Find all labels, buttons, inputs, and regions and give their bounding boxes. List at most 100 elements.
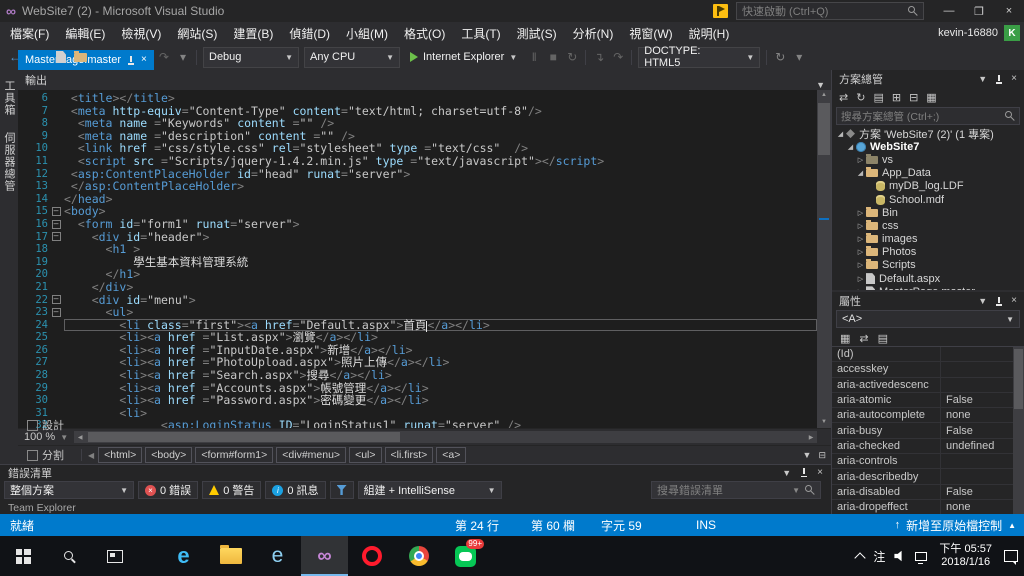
- tag-navigator-item[interactable]: <form#form1>: [195, 447, 274, 463]
- code-line[interactable]: 32 <asp:LoginStatus ID="LoginStatus1" run…: [18, 419, 817, 428]
- view-button-split[interactable]: 分割: [21, 447, 79, 463]
- menu-item[interactable]: 分析(N): [565, 27, 622, 41]
- user-avatar[interactable]: K: [1004, 25, 1020, 41]
- tree-item[interactable]: School.mdf: [832, 193, 1024, 206]
- property-row[interactable]: aria-disabled False: [832, 484, 1024, 500]
- categorized-icon[interactable]: ▦: [840, 332, 850, 345]
- collapsed-arrow-icon[interactable]: ▷: [856, 222, 865, 230]
- tree-item[interactable]: ▷ images: [832, 233, 1024, 246]
- alphabetical-icon[interactable]: ⇄: [859, 332, 868, 345]
- show-all-files-icon[interactable]: ⊞: [892, 91, 901, 104]
- window-position-icon[interactable]: ▼: [782, 468, 791, 478]
- fold-collapse-icon[interactable]: –: [51, 219, 61, 229]
- collapsed-arrow-icon[interactable]: ▷: [856, 248, 865, 256]
- error-list-search-input[interactable]: 搜尋錯誤清單 ▼: [651, 481, 821, 499]
- menu-item[interactable]: 格式(O): [396, 27, 453, 41]
- editor-vertical-scrollbar[interactable]: ▲ ▼: [817, 90, 831, 428]
- properties-object-select[interactable]: <A> ▼: [836, 310, 1020, 328]
- window-position-icon[interactable]: ▼: [978, 296, 987, 306]
- tag-navigator-item[interactable]: <li.first>: [384, 447, 434, 463]
- tag-navigator-item[interactable]: <a>: [436, 447, 467, 463]
- title-bar[interactable]: ∞ WebSite7 (2) - Microsoft Visual Studio…: [0, 0, 1024, 22]
- code-line[interactable]: 14 </head>: [18, 192, 817, 206]
- refresh-icon[interactable]: ↻: [856, 91, 865, 104]
- tree-item[interactable]: ▷ Default.aspx: [832, 272, 1024, 285]
- close-icon[interactable]: ×: [141, 55, 147, 65]
- action-center-icon[interactable]: [1004, 550, 1018, 565]
- messages-filter-button[interactable]: i 0 訊息: [265, 481, 326, 499]
- property-row[interactable]: aria-activedescenc: [832, 377, 1024, 393]
- scroll-down-icon[interactable]: ▼: [817, 417, 831, 428]
- warnings-filter-button[interactable]: 0 警告: [202, 481, 262, 499]
- browser-link-refresh-icon[interactable]: ↻: [771, 50, 789, 64]
- tag-path-scroll-left-icon[interactable]: ◀: [84, 451, 98, 460]
- collapsed-arrow-icon[interactable]: ▷: [856, 275, 865, 283]
- property-pages-icon[interactable]: ▤: [878, 332, 888, 345]
- properties-icon[interactable]: ▦: [926, 91, 936, 104]
- property-row[interactable]: aria-dropeffect none: [832, 499, 1024, 514]
- property-row[interactable]: aria-controls: [832, 454, 1024, 470]
- tag-navigator-pin-icon[interactable]: ⊟: [818, 450, 826, 461]
- code-line[interactable]: 13 </asp:ContentPlaceHolder>: [18, 180, 817, 193]
- step-into-icon[interactable]: ↴: [590, 50, 608, 64]
- debug-configuration-select[interactable]: Debug ▼: [203, 46, 299, 68]
- file-explorer-taskbar-button[interactable]: [207, 536, 254, 576]
- property-row[interactable]: aria-busy False: [832, 423, 1024, 439]
- hidden-icons-chevron-icon[interactable]: [854, 551, 867, 564]
- errors-filter-button[interactable]: × 0 錯誤: [138, 481, 199, 499]
- expanded-arrow-icon[interactable]: ◢: [846, 143, 855, 151]
- close-button[interactable]: ×: [994, 0, 1024, 22]
- restart-icon[interactable]: ↻: [563, 50, 581, 64]
- side-tool-tab[interactable]: 工具箱: [1, 80, 17, 116]
- close-icon[interactable]: ×: [817, 467, 823, 478]
- undo-dropdown-icon[interactable]: ▾: [174, 50, 192, 64]
- add-to-source-control-button[interactable]: ↑ 新增至原始檔控制 ▲: [895, 514, 1016, 536]
- tag-navigator-item[interactable]: <div#menu>: [276, 447, 347, 463]
- collapsed-arrow-icon[interactable]: ▷: [856, 209, 865, 217]
- pin-icon[interactable]: [800, 468, 808, 477]
- menu-item[interactable]: 編輯(E): [57, 27, 113, 41]
- menu-item[interactable]: 小組(M): [338, 27, 396, 41]
- pin-icon[interactable]: [127, 55, 135, 65]
- start-debugging-button[interactable]: Internet Explorer ▼: [403, 51, 524, 63]
- tree-item[interactable]: ◢ App_Data: [832, 167, 1024, 180]
- code-line[interactable]: 22– <div id="menu">: [18, 293, 817, 307]
- expanded-arrow-icon[interactable]: ◢: [856, 169, 865, 177]
- taskbar-clock[interactable]: 下午 05:57 2018/1/16: [936, 543, 995, 569]
- collapsed-arrow-icon[interactable]: ▷: [856, 156, 865, 164]
- microsoft-edge-taskbar-button[interactable]: e: [160, 536, 207, 576]
- notifications-flag-icon[interactable]: [713, 4, 728, 18]
- menu-item[interactable]: 視窗(W): [621, 27, 680, 41]
- signed-in-user[interactable]: kevin-16880: [938, 27, 998, 39]
- close-icon[interactable]: ×: [1011, 296, 1017, 306]
- platform-select[interactable]: Any CPU ▼: [304, 46, 400, 68]
- step-over-icon[interactable]: ↷: [609, 50, 627, 64]
- taskbar-search-button[interactable]: [46, 536, 92, 576]
- menu-item[interactable]: 測試(S): [509, 27, 565, 41]
- chrome-taskbar-button[interactable]: [395, 536, 442, 576]
- line-taskbar-button[interactable]: 99+: [442, 536, 489, 576]
- quick-launch-input[interactable]: 快速啟動 (Ctrl+Q): [736, 2, 924, 20]
- tree-item[interactable]: ▷ vs: [832, 153, 1024, 166]
- code-line[interactable]: 20 </h1>: [18, 268, 817, 281]
- collapse-all-icon[interactable]: ⊟: [909, 91, 918, 104]
- pin-icon[interactable]: [995, 296, 1003, 306]
- window-position-icon[interactable]: ▼: [978, 74, 987, 84]
- tree-item[interactable]: ▷ Bin: [832, 206, 1024, 219]
- code-editor[interactable]: 6 <title></title> 7 <meta http-equiv="Conte…: [18, 90, 817, 428]
- menu-item[interactable]: 偵錯(D): [281, 27, 338, 41]
- properties-scrollbar[interactable]: [1013, 347, 1024, 514]
- open-file-icon[interactable]: [71, 50, 89, 62]
- browser-link-dropdown-icon[interactable]: ▾: [790, 50, 808, 64]
- document-tab[interactable]: 輸出: [18, 70, 154, 90]
- internet-explorer-taskbar-button[interactable]: e: [254, 536, 301, 576]
- property-row[interactable]: (Id): [832, 347, 1024, 363]
- tree-item[interactable]: ◢ 方案 'WebSite7 (2)' (1 專案): [832, 127, 1024, 141]
- menu-item[interactable]: 工具(T): [453, 27, 508, 41]
- sync-with-active-document-icon[interactable]: ⇄: [839, 91, 848, 104]
- tag-navigator-item[interactable]: <html>: [98, 447, 143, 463]
- collapsed-arrow-icon[interactable]: ▷: [856, 235, 865, 243]
- menu-item[interactable]: 網站(S): [169, 27, 225, 41]
- error-source-select[interactable]: 組建 + IntelliSense ▼: [357, 481, 502, 499]
- team-explorer-tab[interactable]: Team Explorer: [8, 502, 76, 514]
